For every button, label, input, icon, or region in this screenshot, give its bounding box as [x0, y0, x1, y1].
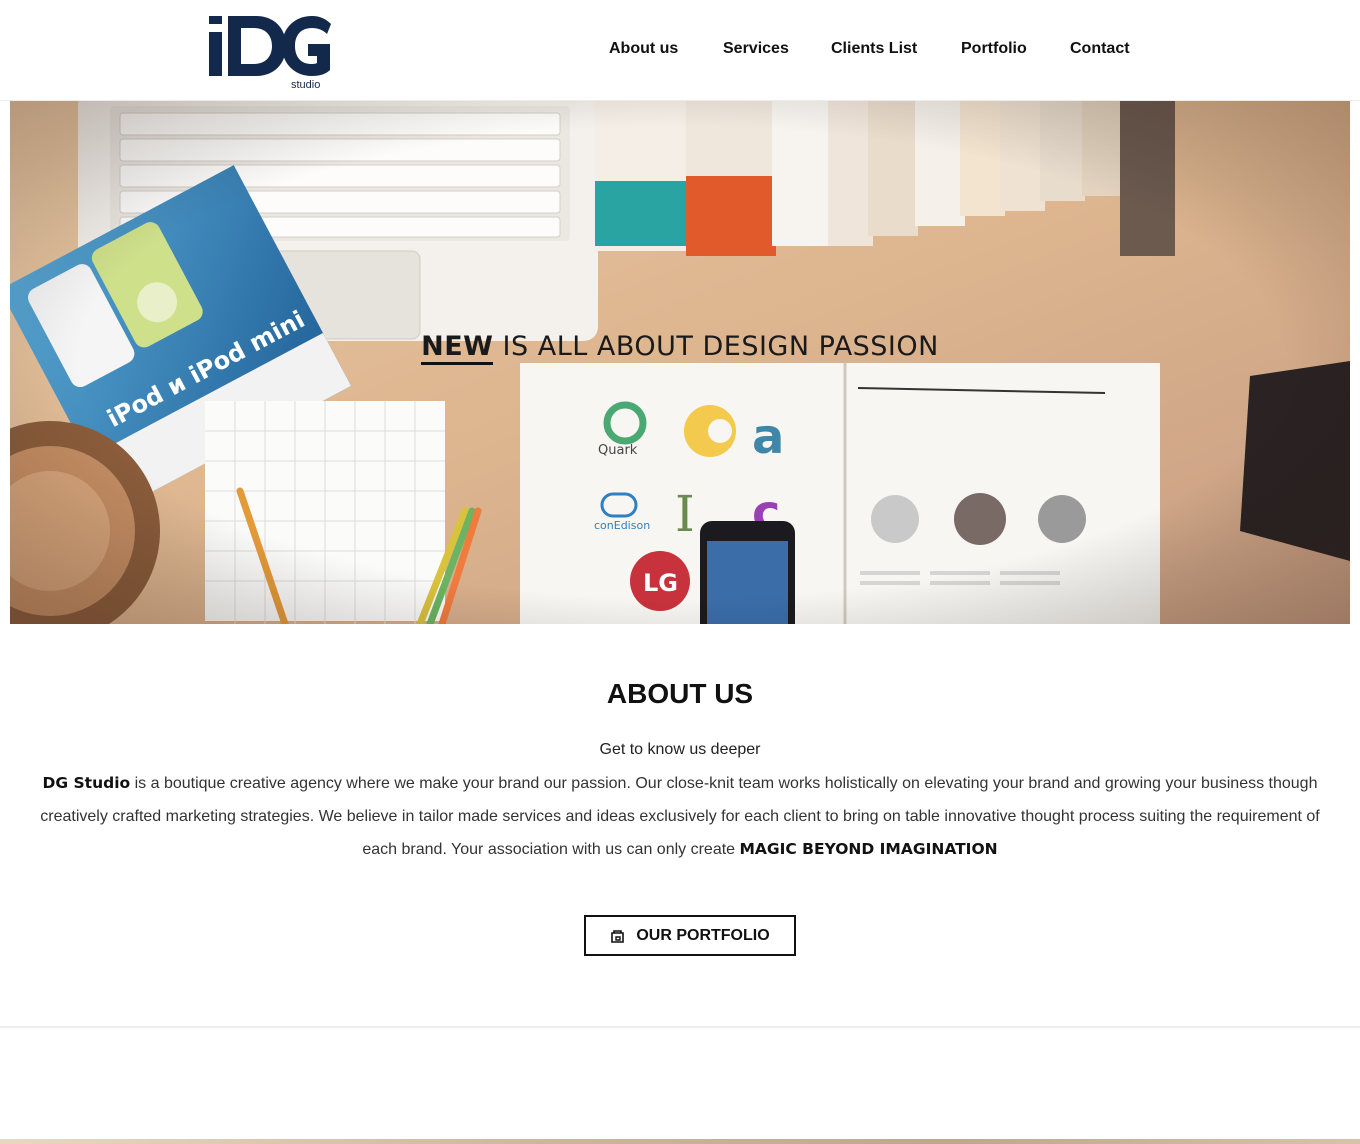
site-header: studio About us Services Clients List Po…	[0, 0, 1360, 101]
about-title-text: ABOUT US	[606, 678, 754, 709]
about-title: ABOUT US	[0, 678, 1360, 710]
about-subtitle: Get to know us deeper	[599, 741, 761, 758]
hero-image: iPod и iPod mini	[10, 101, 1350, 624]
portfolio-icon	[611, 929, 625, 943]
section-divider	[0, 1026, 1360, 1028]
about-brand: DG Studio	[42, 774, 131, 792]
logo[interactable]: studio	[208, 12, 334, 91]
nav-portfolio[interactable]: Portfolio	[961, 40, 1027, 58]
our-portfolio-label: OUR PORTFOLIO	[636, 926, 770, 944]
hero-title-strong: NEW	[421, 331, 494, 365]
logo-mark: studio	[209, 16, 331, 91]
nav-about-us[interactable]: About us	[609, 40, 678, 58]
logo-sub-text: studio	[291, 79, 320, 90]
hero-title: NEW IS ALL ABOUT DESIGN PASSION	[10, 331, 1350, 365]
about-body: is a boutique creative agency where we m…	[40, 775, 1320, 858]
nav-services[interactable]: Services	[723, 40, 789, 58]
nav-clients-list[interactable]: Clients List	[831, 40, 917, 58]
hero-banner: iPod и iPod mini	[10, 101, 1350, 624]
about-description: DG Studio is a boutique creative agency …	[30, 767, 1330, 866]
about-highlight: MAGIC BEYOND IMAGINATION	[739, 840, 998, 858]
our-portfolio-button[interactable]: OUR PORTFOLIO	[584, 915, 796, 956]
hero-title-rest: IS ALL ABOUT DESIGN PASSION	[493, 331, 939, 362]
nav-contact[interactable]: Contact	[1070, 40, 1130, 58]
next-section-image-edge	[0, 1139, 1360, 1144]
